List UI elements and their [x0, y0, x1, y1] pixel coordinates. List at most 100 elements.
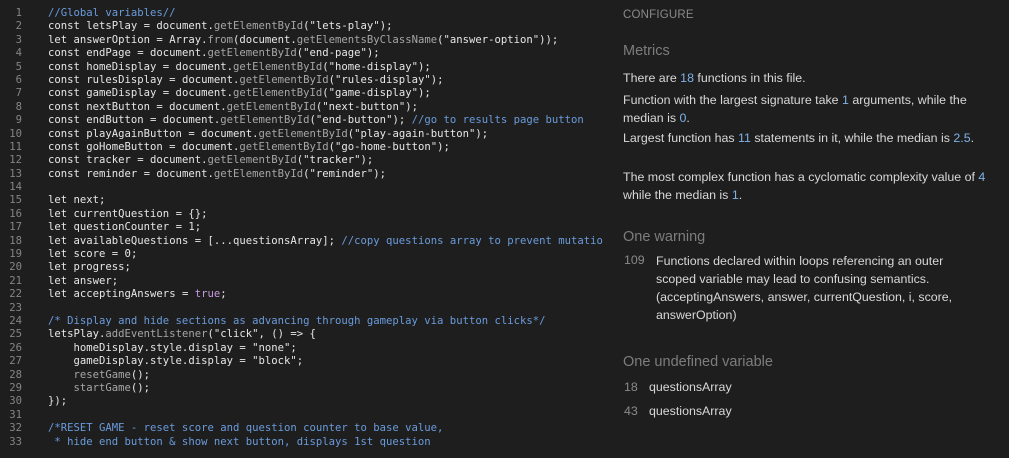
- code-line[interactable]: 24 /* Display and hide sections as advanc…: [0, 315, 603, 328]
- code-line[interactable]: 33 * hide end button & show next button,…: [0, 436, 603, 449]
- code-text: * hide end button & show next button, di…: [48, 435, 431, 448]
- line-number: 16: [9, 207, 22, 220]
- code-text: const endPage = document.getElementById(…: [48, 47, 380, 60]
- code-line[interactable]: 11 const goHomeButton = document.getEleme…: [0, 141, 603, 154]
- code-line[interactable]: 26 homeDisplay.style.display = "none";: [0, 342, 603, 355]
- code-text: let currentQuestion = {};: [48, 207, 208, 220]
- code-text: const goHomeButton = document.getElement…: [48, 140, 450, 153]
- code-line[interactable]: 28 resetGame();: [0, 369, 603, 382]
- line-number: 23: [9, 301, 22, 314]
- code-line[interactable]: 4 const endPage = document.getElementById…: [0, 47, 603, 60]
- line-number: 27: [9, 355, 22, 368]
- code-line[interactable]: 9 const endButton = document.getElementBy…: [0, 114, 603, 127]
- code-text: const reminder = document.getElementById…: [48, 167, 387, 180]
- code-line[interactable]: 2 const letsPlay = document.getElementByI…: [0, 20, 603, 33]
- line-number: 30: [9, 395, 22, 408]
- code-editor[interactable]: 1 //Global variables// 2 const letsPlay = d…: [0, 0, 603, 458]
- code-line[interactable]: 6 const rulesDisplay = document.getElemen…: [0, 74, 603, 87]
- code-line[interactable]: 22 let acceptingAnswers = true;: [0, 288, 603, 301]
- code-line[interactable]: 5 const homeDisplay = document.getElement…: [0, 61, 603, 74]
- code-text: letsPlay.addEventListener("click", () =>…: [48, 328, 316, 341]
- code-text: const playAgainButton = document.getElem…: [48, 127, 489, 140]
- code-line[interactable]: 21 let answer;: [0, 275, 603, 288]
- line-number: 10: [9, 127, 22, 140]
- code-line[interactable]: 17 let questionCounter = 1;: [0, 221, 603, 234]
- code-line[interactable]: 14: [0, 181, 603, 194]
- undefined-heading: One undefined variable: [623, 354, 773, 370]
- code-line[interactable]: 25 letsPlay.addEventListener("click", () …: [0, 328, 603, 341]
- code-text: let progress;: [48, 261, 131, 274]
- metrics-complexity: The most complex function has a cyclomat…: [623, 170, 986, 202]
- undefined-line-number[interactable]: 43: [624, 404, 638, 418]
- line-number: 6: [15, 73, 22, 86]
- line-number: 1: [15, 7, 22, 19]
- metrics-heading: Metrics: [623, 43, 670, 59]
- code-text: let questionCounter = 1;: [48, 221, 202, 234]
- code-line[interactable]: 27 gameDisplay.style.display = "block";: [0, 355, 603, 368]
- code-line[interactable]: 16 let currentQuestion = {};: [0, 208, 603, 221]
- code-line[interactable]: 29 startGame();: [0, 382, 603, 395]
- line-number: 28: [9, 368, 22, 381]
- line-number: 3: [15, 33, 22, 46]
- code-line[interactable]: 1 //Global variables//: [0, 7, 603, 20]
- code-line[interactable]: 32 /*RESET GAME - reset score and questio…: [0, 422, 603, 435]
- line-number: 29: [9, 381, 22, 394]
- undefined-line-number[interactable]: 18: [624, 380, 638, 394]
- code-text: let answer;: [48, 274, 119, 287]
- warning-heading: One warning: [623, 229, 706, 245]
- line-number: 20: [9, 261, 22, 274]
- warning-line-number[interactable]: 109: [624, 253, 645, 267]
- line-number: 12: [9, 154, 22, 167]
- line-number: 2: [15, 20, 22, 33]
- line-number: 15: [9, 194, 22, 207]
- line-number: 14: [9, 181, 22, 194]
- code-line[interactable]: 13 const reminder = document.getElementBy…: [0, 168, 603, 181]
- code-text: const endButton = document.getElementByI…: [48, 114, 584, 127]
- code-text: /*RESET GAME - reset score and question …: [48, 422, 444, 435]
- code-line[interactable]: 10 const playAgainButton = document.getEl…: [0, 128, 603, 141]
- code-line[interactable]: 12 const tracker = document.getElementByI…: [0, 154, 603, 167]
- line-number: 7: [15, 87, 22, 100]
- metrics-statements: Largest function has 11 statements in it…: [623, 131, 975, 145]
- code-line[interactable]: 8 const nextButton = document.getElementB…: [0, 101, 603, 114]
- code-line[interactable]: 15 let next;: [0, 194, 603, 207]
- line-number: 13: [9, 167, 22, 180]
- code-text: resetGame();: [73, 368, 151, 381]
- code-text: //Global variables//: [48, 7, 176, 19]
- code-line[interactable]: 30});: [0, 395, 603, 408]
- code-line[interactable]: 7 const gameDisplay = document.getElement…: [0, 87, 603, 100]
- code-line[interactable]: 23: [0, 302, 603, 315]
- code-text: let answerOption = Array.from(document.g…: [48, 33, 559, 46]
- code-line[interactable]: 31: [0, 409, 603, 422]
- code-text: startGame();: [73, 381, 151, 394]
- line-number: 31: [9, 408, 22, 421]
- undefined-variable-name: questionsArray: [649, 404, 732, 418]
- code-text: const rulesDisplay = document.getElement…: [48, 73, 444, 86]
- code-line[interactable]: 19 let score = 0;: [0, 248, 603, 261]
- code-text: homeDisplay.style.display = "none";: [48, 341, 297, 354]
- code-line[interactable]: 18 let availableQuestions = [...questions…: [0, 235, 603, 248]
- line-number: 19: [9, 248, 22, 261]
- configure-link[interactable]: CONFIGURE: [623, 9, 694, 21]
- line-number: 26: [9, 341, 22, 354]
- line-number: 32: [9, 422, 22, 435]
- jshint-panel: CONFIGURE Metrics There are 18 functions…: [603, 0, 1009, 451]
- line-number: 21: [9, 274, 22, 287]
- code-text: let score = 0;: [48, 248, 138, 261]
- code-text: });: [48, 395, 68, 408]
- code-text: const letsPlay = document.getElementById…: [48, 20, 393, 33]
- code-text: gameDisplay.style.display = "block";: [48, 355, 304, 368]
- code-text: const tracker = document.getElementById(…: [48, 154, 374, 167]
- code-line[interactable]: 3 let answerOption = Array.from(document.…: [0, 34, 603, 47]
- undefined-variable-name: questionsArray: [649, 380, 732, 394]
- line-number: 5: [15, 60, 22, 73]
- metrics-functions-count: There are 18 functions in this file.: [623, 71, 806, 85]
- metrics-signature: Function with the largest signature take…: [623, 93, 967, 125]
- code-text: const nextButton = document.getElementBy…: [48, 100, 418, 113]
- line-number: 33: [9, 435, 22, 448]
- code-text: /* Display and hide sections as advancin…: [48, 314, 546, 327]
- line-number: 17: [9, 221, 22, 234]
- line-number: 4: [15, 47, 22, 60]
- code-line[interactable]: 20 let progress;: [0, 261, 603, 274]
- line-number: 22: [9, 288, 22, 301]
